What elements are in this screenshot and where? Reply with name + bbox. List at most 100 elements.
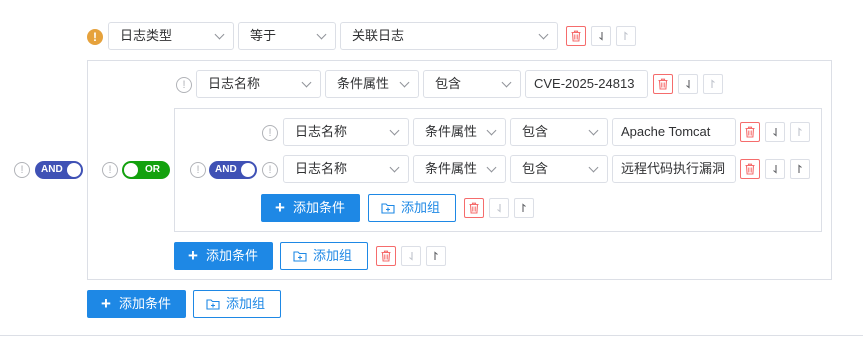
and-toggle[interactable]: AND — [35, 161, 83, 179]
add-group-button[interactable]: 添加组 — [193, 290, 281, 318]
arrow-down-icon — [409, 252, 413, 261]
property-select[interactable]: 条件属性 — [413, 155, 506, 183]
property-select-value: 条件属性 — [337, 76, 390, 91]
operator-select[interactable]: 包含 — [510, 118, 608, 146]
operator-select-value: 包含 — [522, 161, 549, 176]
add-group-label: 添加组 — [401, 200, 441, 215]
add-condition-label: 添加条件 — [292, 200, 345, 215]
operator-select-value: 包含 — [522, 124, 549, 139]
operator-select-value: 等于 — [250, 28, 277, 43]
folder-plus-icon — [381, 203, 395, 214]
chevron-down-icon — [486, 125, 497, 136]
field-select[interactable]: 日志名称 — [283, 118, 409, 146]
field-select-value: 日志名称 — [208, 76, 261, 91]
field-select[interactable]: 日志类型 — [108, 22, 234, 50]
move-up-button[interactable] — [790, 159, 810, 179]
property-select[interactable]: 条件属性 — [413, 118, 506, 146]
add-condition-label: 添加条件 — [205, 248, 258, 263]
move-up-button[interactable] — [616, 26, 636, 46]
field-select[interactable]: 日志名称 — [196, 70, 321, 98]
info-icon: ! — [176, 77, 192, 93]
or-toggle[interactable]: OR — [122, 161, 170, 179]
add-condition-button[interactable]: + 添加条件 — [174, 242, 273, 270]
move-down-button[interactable] — [401, 246, 421, 266]
property-select[interactable]: 条件属性 — [325, 70, 419, 98]
move-up-button[interactable] — [703, 74, 723, 94]
add-condition-label: 添加条件 — [118, 296, 171, 311]
move-down-button[interactable] — [765, 122, 785, 142]
warning-icon: ! — [87, 29, 103, 45]
value-select[interactable]: 关联日志 — [340, 22, 558, 50]
add-group-button[interactable]: 添加组 — [368, 194, 456, 222]
add-group-label: 添加组 — [313, 248, 353, 263]
add-condition-button[interactable]: + 添加条件 — [87, 290, 186, 318]
delete-button[interactable] — [653, 74, 673, 94]
add-condition-button[interactable]: + 添加条件 — [261, 194, 360, 222]
chevron-down-icon — [214, 29, 225, 40]
operator-select[interactable]: 包含 — [510, 155, 608, 183]
chevron-down-icon — [501, 77, 512, 88]
field-select-value: 日志类型 — [120, 28, 173, 43]
move-up-button[interactable] — [426, 246, 446, 266]
arrow-down-icon — [773, 128, 777, 137]
delete-button[interactable] — [566, 26, 586, 46]
arrow-down-icon — [773, 165, 777, 174]
trash-icon — [745, 126, 755, 138]
trash-icon — [381, 250, 391, 262]
chevron-down-icon — [538, 29, 549, 40]
move-up-button[interactable] — [514, 198, 534, 218]
info-icon: ! — [102, 162, 118, 178]
move-down-button[interactable] — [591, 26, 611, 46]
arrow-down-icon — [686, 80, 690, 89]
chevron-down-icon — [486, 162, 497, 173]
info-icon: ! — [262, 125, 278, 141]
operator-select-value: 包含 — [435, 76, 462, 91]
operator-select[interactable]: 等于 — [238, 22, 336, 50]
value-input[interactable]: Apache Tomcat — [612, 118, 736, 146]
folder-plus-icon — [206, 299, 220, 310]
value-input-text: 远程代码执行漏洞 — [621, 161, 726, 176]
chevron-down-icon — [399, 77, 410, 88]
arrow-up-icon — [798, 127, 802, 136]
field-select-value: 日志名称 — [295, 124, 348, 139]
value-select-value: 关联日志 — [352, 28, 405, 43]
delete-button[interactable] — [464, 198, 484, 218]
trash-icon — [469, 202, 479, 214]
chevron-down-icon — [588, 162, 599, 173]
arrow-up-icon — [624, 31, 628, 40]
move-down-button[interactable] — [765, 159, 785, 179]
plus-icon: + — [101, 294, 111, 313]
toggle-label: AND — [41, 164, 63, 175]
operator-select[interactable]: 包含 — [423, 70, 521, 98]
toggle-label: AND — [215, 164, 237, 175]
arrow-up-icon — [798, 164, 802, 173]
property-select-value: 条件属性 — [425, 161, 478, 176]
trash-icon — [745, 163, 755, 175]
move-down-button[interactable] — [489, 198, 509, 218]
field-select[interactable]: 日志名称 — [283, 155, 409, 183]
delete-button[interactable] — [740, 159, 760, 179]
and-toggle[interactable]: AND — [209, 161, 257, 179]
divider — [0, 335, 863, 336]
arrow-up-icon — [522, 203, 526, 212]
move-up-button[interactable] — [790, 122, 810, 142]
value-input[interactable]: CVE-2025-24813 — [525, 70, 648, 98]
value-input[interactable]: 远程代码执行漏洞 — [612, 155, 736, 183]
delete-button[interactable] — [740, 122, 760, 142]
field-select-value: 日志名称 — [295, 161, 348, 176]
chevron-down-icon — [316, 29, 327, 40]
chevron-down-icon — [301, 77, 312, 88]
move-down-button[interactable] — [678, 74, 698, 94]
value-input-text: CVE-2025-24813 — [534, 76, 635, 91]
arrow-down-icon — [497, 204, 501, 213]
chevron-down-icon — [389, 162, 400, 173]
plus-icon: + — [188, 246, 198, 265]
delete-button[interactable] — [376, 246, 396, 266]
trash-icon — [571, 30, 581, 42]
arrow-up-icon — [434, 251, 438, 260]
info-icon: ! — [14, 162, 30, 178]
add-group-button[interactable]: 添加组 — [280, 242, 368, 270]
arrow-down-icon — [599, 32, 603, 41]
arrow-up-icon — [711, 79, 715, 88]
info-icon: ! — [190, 162, 206, 178]
